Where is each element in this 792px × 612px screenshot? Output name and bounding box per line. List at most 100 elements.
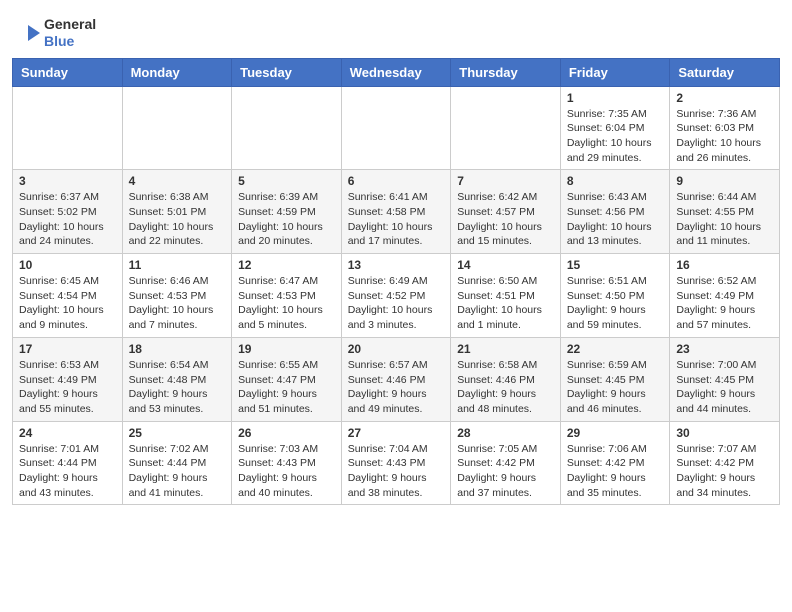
calendar-cell: [341, 86, 451, 170]
day-number: 11: [129, 258, 226, 272]
calendar-cell: 3Sunrise: 6:37 AMSunset: 5:02 PMDaylight…: [13, 170, 123, 254]
calendar-week-5: 24Sunrise: 7:01 AMSunset: 4:44 PMDayligh…: [13, 421, 780, 505]
day-info: Sunrise: 7:06 AMSunset: 4:42 PMDaylight:…: [567, 442, 664, 501]
day-number: 21: [457, 342, 554, 356]
day-info: Sunrise: 6:52 AMSunset: 4:49 PMDaylight:…: [676, 274, 773, 333]
logo-bird-icon: [20, 17, 40, 49]
day-info: Sunrise: 6:57 AMSunset: 4:46 PMDaylight:…: [348, 358, 445, 417]
calendar-cell: 11 Sunrise: 6:46 AMSunset: 4:53 PMDayligh…: [122, 254, 232, 338]
day-info: Sunrise: 6:54 AMSunset: 4:48 PMDaylight:…: [129, 358, 226, 417]
calendar-cell: 15 Sunrise: 6:51 AMSunset: 4:50 PMDayligh…: [560, 254, 670, 338]
calendar-cell: 6 Sunrise: 6:41 AMSunset: 4:58 PMDaylight…: [341, 170, 451, 254]
day-info: Sunrise: 6:47 AMSunset: 4:53 PMDaylight:…: [238, 274, 335, 333]
day-number: 14: [457, 258, 554, 272]
day-info: Sunrise: 6:55 AMSunset: 4:47 PMDaylight:…: [238, 358, 335, 417]
day-info: Sunrise: 6:37 AMSunset: 5:02 PMDaylight:…: [19, 190, 116, 249]
calendar-cell: 21 Sunrise: 6:58 AMSunset: 4:46 PMDayligh…: [451, 337, 561, 421]
calendar-cell: 30 Sunrise: 7:07 AMSunset: 4:42 PMDayligh…: [670, 421, 780, 505]
calendar-cell: [451, 86, 561, 170]
day-info: Sunrise: 7:35 AMSunset: 6:04 PMDaylight:…: [567, 107, 664, 166]
day-number: 18: [129, 342, 226, 356]
day-number: 20: [348, 342, 445, 356]
day-number: 19: [238, 342, 335, 356]
day-info: Sunrise: 6:43 AMSunset: 4:56 PMDaylight:…: [567, 190, 664, 249]
calendar-wrapper: SundayMondayTuesdayWednesdayThursdayFrid…: [0, 58, 792, 518]
calendar-cell: 13 Sunrise: 6:49 AMSunset: 4:52 PMDayligh…: [341, 254, 451, 338]
day-number: 6: [348, 174, 445, 188]
day-info: Sunrise: 6:42 AMSunset: 4:57 PMDaylight:…: [457, 190, 554, 249]
day-info: Sunrise: 7:02 AMSunset: 4:44 PMDaylight:…: [129, 442, 226, 501]
day-number: 4: [129, 174, 226, 188]
calendar-cell: 28 Sunrise: 7:05 AMSunset: 4:42 PMDayligh…: [451, 421, 561, 505]
weekday-header-thursday: Thursday: [451, 58, 561, 86]
day-number: 30: [676, 426, 773, 440]
calendar-cell: 29 Sunrise: 7:06 AMSunset: 4:42 PMDayligh…: [560, 421, 670, 505]
calendar-cell: 17 Sunrise: 6:53 AMSunset: 4:49 PMDayligh…: [13, 337, 123, 421]
day-info: Sunrise: 6:41 AMSunset: 4:58 PMDaylight:…: [348, 190, 445, 249]
day-number: 29: [567, 426, 664, 440]
day-number: 5: [238, 174, 335, 188]
day-info: Sunrise: 7:36 AMSunset: 6:03 PMDaylight:…: [676, 107, 773, 166]
day-info: Sunrise: 6:50 AMSunset: 4:51 PMDaylight:…: [457, 274, 554, 333]
logo-container: General Blue: [20, 16, 96, 50]
day-info: Sunrise: 6:38 AMSunset: 5:01 PMDaylight:…: [129, 190, 226, 249]
day-number: 28: [457, 426, 554, 440]
day-info: Sunrise: 6:45 AMSunset: 4:54 PMDaylight:…: [19, 274, 116, 333]
weekday-header-sunday: Sunday: [13, 58, 123, 86]
day-number: 25: [129, 426, 226, 440]
calendar-cell: 27Sunrise: 7:04 AMSunset: 4:43 PMDayligh…: [341, 421, 451, 505]
day-number: 22: [567, 342, 664, 356]
day-number: 24: [19, 426, 116, 440]
day-info: Sunrise: 6:51 AMSunset: 4:50 PMDaylight:…: [567, 274, 664, 333]
calendar-cell: 12Sunrise: 6:47 AMSunset: 4:53 PMDayligh…: [232, 254, 342, 338]
logo-text-blue: Blue: [44, 33, 96, 50]
day-info: Sunrise: 6:53 AMSunset: 4:49 PMDaylight:…: [19, 358, 116, 417]
calendar-cell: 7 Sunrise: 6:42 AMSunset: 4:57 PMDaylight…: [451, 170, 561, 254]
day-number: 9: [676, 174, 773, 188]
day-number: 13: [348, 258, 445, 272]
calendar-cell: [122, 86, 232, 170]
calendar-week-2: 3Sunrise: 6:37 AMSunset: 5:02 PMDaylight…: [13, 170, 780, 254]
day-info: Sunrise: 6:58 AMSunset: 4:46 PMDaylight:…: [457, 358, 554, 417]
logo-text-general: General: [44, 16, 96, 33]
calendar-cell: [232, 86, 342, 170]
day-number: 26: [238, 426, 335, 440]
calendar-cell: [13, 86, 123, 170]
calendar-cell: 4 Sunrise: 6:38 AMSunset: 5:01 PMDaylight…: [122, 170, 232, 254]
weekday-header-tuesday: Tuesday: [232, 58, 342, 86]
calendar-cell: 22 Sunrise: 6:59 AMSunset: 4:45 PMDayligh…: [560, 337, 670, 421]
calendar-cell: 10 Sunrise: 6:45 AMSunset: 4:54 PMDayligh…: [13, 254, 123, 338]
day-number: 17: [19, 342, 116, 356]
day-info: Sunrise: 6:59 AMSunset: 4:45 PMDaylight:…: [567, 358, 664, 417]
day-number: 10: [19, 258, 116, 272]
weekday-header-monday: Monday: [122, 58, 232, 86]
weekday-header-wednesday: Wednesday: [341, 58, 451, 86]
calendar-cell: 1 Sunrise: 7:35 AMSunset: 6:04 PMDaylight…: [560, 86, 670, 170]
calendar-header: SundayMondayTuesdayWednesdayThursdayFrid…: [13, 58, 780, 86]
day-info: Sunrise: 7:05 AMSunset: 4:42 PMDaylight:…: [457, 442, 554, 501]
calendar-cell: 23Sunrise: 7:00 AMSunset: 4:45 PMDayligh…: [670, 337, 780, 421]
weekday-header-saturday: Saturday: [670, 58, 780, 86]
weekday-header-friday: Friday: [560, 58, 670, 86]
calendar-week-4: 17 Sunrise: 6:53 AMSunset: 4:49 PMDayligh…: [13, 337, 780, 421]
day-info: Sunrise: 7:03 AMSunset: 4:43 PMDaylight:…: [238, 442, 335, 501]
day-info: Sunrise: 6:49 AMSunset: 4:52 PMDaylight:…: [348, 274, 445, 333]
calendar-cell: 8 Sunrise: 6:43 AMSunset: 4:56 PMDaylight…: [560, 170, 670, 254]
day-number: 7: [457, 174, 554, 188]
calendar-body: 1 Sunrise: 7:35 AMSunset: 6:04 PMDaylight…: [13, 86, 780, 505]
weekday-header-row: SundayMondayTuesdayWednesdayThursdayFrid…: [13, 58, 780, 86]
day-info: Sunrise: 7:07 AMSunset: 4:42 PMDaylight:…: [676, 442, 773, 501]
calendar-cell: 9 Sunrise: 6:44 AMSunset: 4:55 PMDaylight…: [670, 170, 780, 254]
day-info: Sunrise: 7:00 AMSunset: 4:45 PMDaylight:…: [676, 358, 773, 417]
day-number: 15: [567, 258, 664, 272]
calendar-cell: 20 Sunrise: 6:57 AMSunset: 4:46 PMDayligh…: [341, 337, 451, 421]
day-number: 16: [676, 258, 773, 272]
day-number: 8: [567, 174, 664, 188]
day-info: Sunrise: 6:39 AMSunset: 4:59 PMDaylight:…: [238, 190, 335, 249]
calendar-week-1: 1 Sunrise: 7:35 AMSunset: 6:04 PMDaylight…: [13, 86, 780, 170]
day-number: 1: [567, 91, 664, 105]
day-number: 2: [676, 91, 773, 105]
calendar-week-3: 10 Sunrise: 6:45 AMSunset: 4:54 PMDayligh…: [13, 254, 780, 338]
day-info: Sunrise: 6:44 AMSunset: 4:55 PMDaylight:…: [676, 190, 773, 249]
day-info: Sunrise: 6:46 AMSunset: 4:53 PMDaylight:…: [129, 274, 226, 333]
